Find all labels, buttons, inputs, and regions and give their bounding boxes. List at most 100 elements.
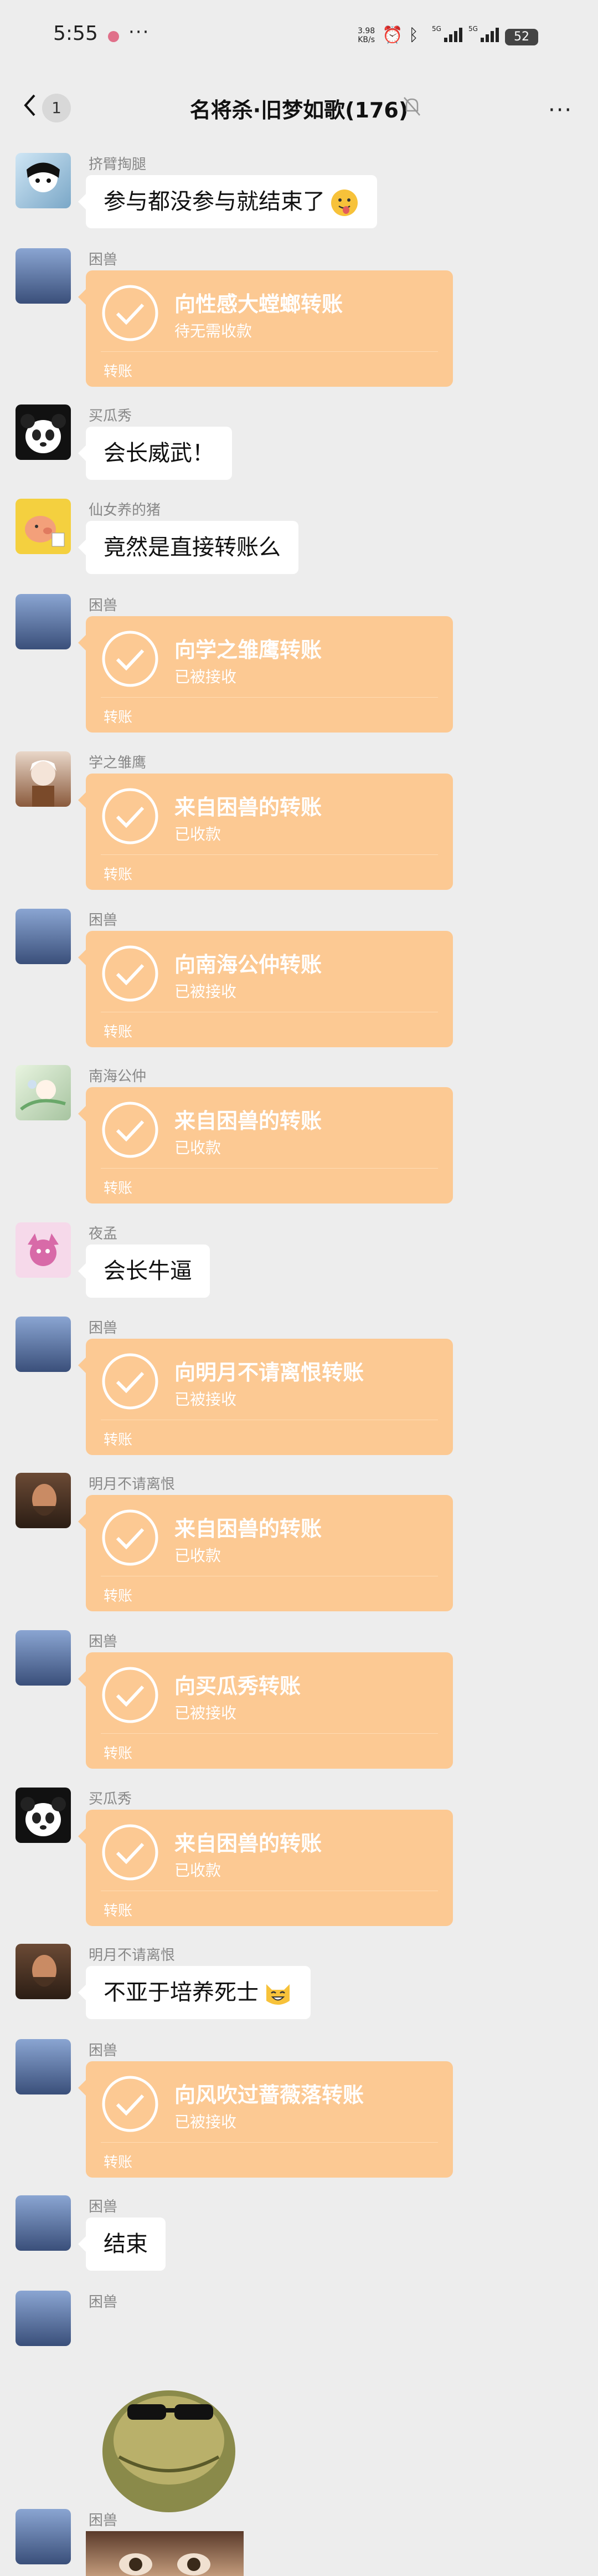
sender-name: 夜孟 [89, 1226, 118, 1242]
text-bubble[interactable]: 会长牛逼 [78, 1245, 210, 1298]
avatar[interactable] [16, 2195, 71, 2251]
transfer-card[interactable]: 来自困兽的转账 已收款 转账 [78, 774, 453, 890]
sender-name: 困兽 [89, 597, 118, 614]
crocodile-sunglasses-sticker[interactable] [86, 2346, 263, 2512]
avatar[interactable] [16, 2039, 71, 2094]
transfer-status: 已收款 [174, 1861, 221, 1879]
status-time: 5:55 [53, 22, 98, 45]
divider [101, 854, 438, 855]
transfer-label: 转账 [104, 867, 133, 883]
more-options-icon[interactable]: ··· [548, 98, 573, 123]
sender-name: 困兽 [89, 1320, 118, 1336]
tongue-face-emoji-icon [331, 190, 358, 216]
sender-name: 买瓜秀 [89, 408, 132, 424]
transfer-title: 向买瓜秀转账 [174, 1674, 301, 1698]
message-item: 困兽 [0, 2291, 598, 2512]
sender-name: 明月不请离恨 [89, 1947, 176, 1964]
transfer-label: 转账 [104, 363, 133, 380]
avatar[interactable] [16, 2291, 71, 2346]
status-bar: 5:55 ··· 3.98 KB/s ⏰ ᛒ 5G 5G 52 [0, 0, 598, 72]
transfer-label: 转账 [104, 1432, 133, 1448]
transfer-card[interactable]: 来自困兽的转账 已收款 转账 [78, 1495, 453, 1611]
divider [101, 1733, 438, 1734]
check-circle-icon [102, 631, 158, 687]
avatar[interactable] [16, 1944, 71, 1999]
sender-name: 困兽 [89, 252, 118, 268]
text-bubble[interactable]: 结束 [78, 2217, 166, 2271]
transfer-card[interactable]: 向南海公仲转账 已被接收 转账 [78, 931, 453, 1047]
notification-dot-icon [108, 31, 119, 42]
sender-name: 买瓜秀 [89, 1791, 132, 1807]
text-bubble[interactable]: 竟然是直接转账么 [78, 521, 298, 574]
transfer-label: 转账 [104, 2154, 133, 2171]
message-item: 南海公仲 来自困兽的转账 已收款 转账 [0, 1065, 598, 1209]
message-item: 仙女养的猪 竟然是直接转账么 [0, 499, 598, 576]
message-text: 结束 [104, 2231, 148, 2257]
transfer-title: 向性感大螳螂转账 [174, 292, 343, 316]
text-bubble[interactable]: 参与都没参与就结束了 [78, 175, 377, 228]
avatar[interactable] [16, 751, 71, 807]
avatar[interactable] [16, 1317, 71, 1372]
avatar[interactable] [16, 909, 71, 964]
avatar[interactable] [16, 248, 71, 304]
text-bubble[interactable]: 会长威武！ [78, 427, 232, 480]
avatar[interactable] [16, 1630, 71, 1686]
message-item: 困兽 向南海公仲转账 已被接收 转账 [0, 909, 598, 1053]
face-sticker[interactable] [86, 2531, 244, 2576]
check-circle-icon [102, 1102, 158, 1158]
sender-name: 困兽 [89, 2199, 118, 2215]
avatar[interactable] [16, 499, 71, 554]
avatar[interactable] [16, 404, 71, 460]
avatar[interactable] [16, 2509, 71, 2564]
check-circle-icon [102, 1667, 158, 1723]
transfer-label: 转账 [104, 1588, 133, 1605]
message-item: 困兽 向买瓜秀转账 已被接收 转账 [0, 1630, 598, 1774]
transfer-card[interactable]: 向学之雏鹰转账 已被接收 转账 [78, 616, 453, 733]
message-item: 困兽 向性感大螳螂转账 待无需收款 转账 [0, 248, 598, 392]
sender-name: 学之雏鹰 [89, 755, 147, 771]
status-more-icon: ··· [128, 21, 150, 43]
transfer-title: 来自困兽的转账 [174, 1517, 322, 1541]
divider [101, 1168, 438, 1169]
message-text: 会长牛逼 [104, 1258, 192, 1284]
sender-name: 明月不请离恨 [89, 1476, 176, 1493]
avatar[interactable] [16, 1222, 71, 1278]
sender-name: 困兽 [89, 2512, 118, 2529]
transfer-card[interactable]: 来自困兽的转账 已收款 转账 [78, 1810, 453, 1926]
sender-name: 困兽 [89, 2294, 118, 2311]
message-item: 困兽 [0, 2509, 598, 2576]
message-item: 困兽 向明月不请离恨转账 已被接收 转账 [0, 1317, 598, 1461]
transfer-title: 来自困兽的转账 [174, 1109, 322, 1133]
transfer-card[interactable]: 向性感大螳螂转账 待无需收款 转账 [78, 270, 453, 387]
message-item: 困兽 向风吹过蔷薇落转账 已被接收 转账 [0, 2039, 598, 2183]
transfer-label: 转账 [104, 709, 133, 726]
transfer-status: 已收款 [174, 1546, 221, 1565]
transfer-card[interactable]: 向风吹过蔷薇落转账 已被接收 转账 [78, 2061, 453, 2178]
message-item: 夜孟 会长牛逼 [0, 1222, 598, 1300]
signal-5g-icon: 5G [432, 25, 462, 42]
transfer-label: 转账 [104, 1745, 133, 1762]
message-text: 不亚于培养死士 [104, 1980, 259, 2005]
avatar[interactable] [16, 594, 71, 649]
svg-text:5G: 5G [468, 25, 478, 33]
message-item: 困兽 向学之雏鹰转账 已被接收 转账 [0, 594, 598, 738]
battery-icon: 52 [505, 29, 538, 45]
transfer-card[interactable]: 来自困兽的转账 已收款 转账 [78, 1087, 453, 1204]
avatar[interactable] [16, 1473, 71, 1528]
transfer-status: 已收款 [174, 825, 221, 843]
message-text: 会长威武！ [104, 441, 214, 466]
transfer-label: 转账 [104, 1024, 133, 1041]
avatar[interactable] [16, 153, 71, 208]
transfer-card[interactable]: 向买瓜秀转账 已被接收 转账 [78, 1652, 453, 1769]
sender-name: 困兽 [89, 1633, 118, 1650]
transfer-status: 已收款 [174, 1139, 221, 1157]
transfer-label: 转账 [104, 1903, 133, 1919]
transfer-status: 已被接收 [174, 1704, 237, 1722]
message-text: 参与都没参与就结束了 [104, 189, 325, 214]
avatar[interactable] [16, 1788, 71, 1843]
transfer-card[interactable]: 向明月不请离恨转账 已被接收 转账 [78, 1339, 453, 1455]
text-bubble[interactable]: 不亚于培养死士 [78, 1966, 311, 2019]
message-item: 明月不请离恨 来自困兽的转账 已收款 转账 [0, 1473, 598, 1617]
network-speed: 3.98 KB/s [358, 27, 375, 44]
avatar[interactable] [16, 1065, 71, 1120]
